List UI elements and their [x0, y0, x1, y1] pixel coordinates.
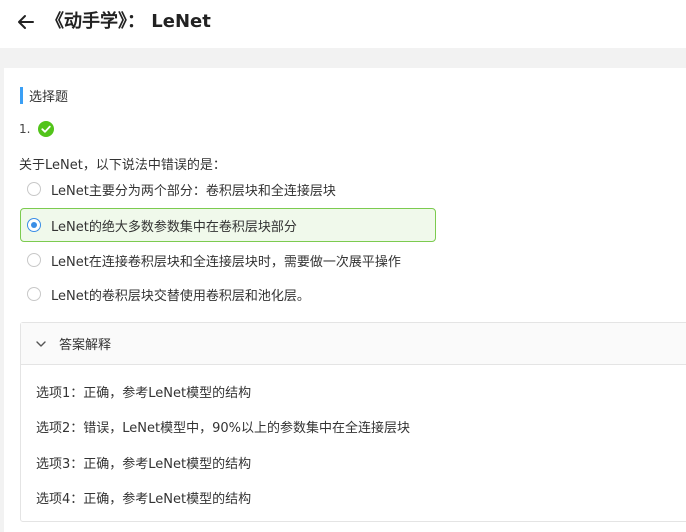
option-3-label: LeNet在连接卷积层块和全连接层块时，需要做一次展平操作: [51, 254, 401, 270]
back-arrow-icon: [18, 15, 34, 29]
explanation-line-2: 选项2：错误，LeNet模型中，90%以上的参数集中在全连接层块: [36, 421, 410, 436]
answer-explanation-panel: 答案解释 选项1：正确，参考LeNet模型的结构 选项2：错误，LeNet模型中…: [20, 322, 686, 522]
option-4-label: LeNet的卷积层块交替使用卷积层和池化层。: [51, 288, 310, 304]
option-3-radio[interactable]: [27, 253, 41, 267]
question-card: 选择题 1. 关于LeNet，以下说法中错误的是： LeNet主要分为两个部分：…: [4, 68, 686, 532]
answer-explanation-toggle[interactable]: 答案解释: [21, 323, 686, 365]
chevron-down-icon: [36, 340, 46, 347]
explanation-line-4: 选项4：正确，参考LeNet模型的结构: [36, 492, 252, 507]
option-2-label: LeNet的绝大多数参数集中在卷积层块部分: [51, 219, 297, 235]
answer-explanation-title: 答案解释: [59, 338, 112, 353]
option-2[interactable]: LeNet的绝大多数参数集中在卷积层块部分: [20, 208, 436, 242]
option-4-radio[interactable]: [27, 287, 41, 301]
page-title: 《动手学》： LeNet: [46, 11, 211, 32]
section-accent-bar: [20, 86, 23, 104]
back-button[interactable]: [14, 10, 38, 34]
question-stem: 关于LeNet，以下说法中错误的是：: [19, 158, 226, 173]
option-3[interactable]: LeNet在连接卷积层块和全连接层块时，需要做一次展平操作: [20, 243, 436, 277]
option-1[interactable]: LeNet主要分为两个部分：卷积层块和全连接层块: [20, 172, 436, 206]
option-2-radio[interactable]: [27, 218, 41, 232]
section-header: 选择题: [20, 86, 69, 105]
question-number-row: 1.: [19, 121, 55, 137]
explanation-line-1: 选项1：正确，参考LeNet模型的结构: [36, 386, 252, 401]
check-circle-icon: [38, 121, 55, 137]
option-4[interactable]: LeNet的卷积层块交替使用卷积层和池化层。: [20, 277, 436, 311]
header-bar: 《动手学》： LeNet: [0, 0, 686, 48]
section-label: 选择题: [29, 89, 69, 105]
option-1-label: LeNet主要分为两个部分：卷积层块和全连接层块: [51, 183, 336, 199]
explanation-line-3: 选项3：正确，参考LeNet模型的结构: [36, 457, 252, 472]
option-1-radio[interactable]: [27, 182, 41, 196]
question-number: 1.: [19, 122, 31, 136]
